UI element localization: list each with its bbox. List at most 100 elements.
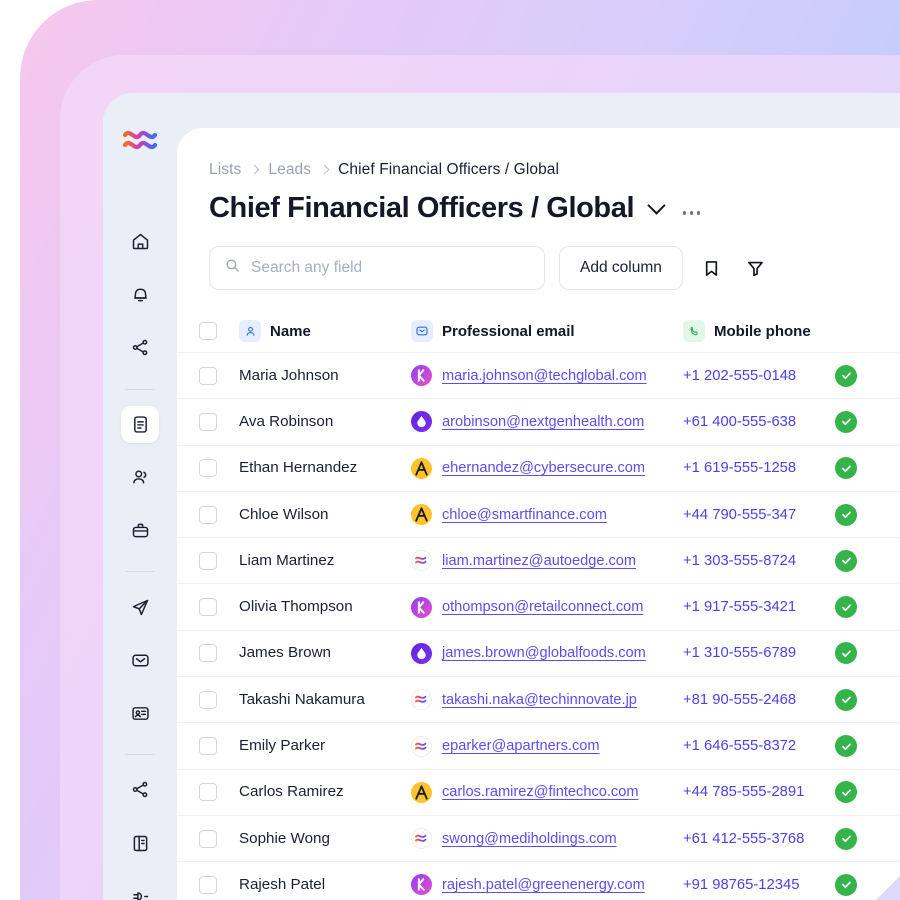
cell-email-link[interactable]: swong@mediholdings.com [442, 831, 617, 847]
sidebar-divider [125, 571, 155, 573]
table-row[interactable]: Olivia Thompson othompson@retailconnect.c… [177, 583, 900, 629]
row-checkbox[interactable] [199, 644, 217, 663]
filter-icon[interactable] [741, 253, 771, 283]
row-checkbox[interactable] [199, 690, 217, 709]
table-row[interactable]: Emily Parker eparker@apartners.com +1 646-… [177, 722, 900, 768]
cell-email-link[interactable]: maria.johnson@techglobal.com [442, 368, 647, 384]
company-avatar-icon [411, 457, 432, 479]
wave-logo-icon[interactable] [121, 124, 159, 154]
cell-phone: +1 646-555-8372 [683, 738, 797, 755]
cell-name: Rajesh Patel [239, 875, 326, 893]
company-avatar-icon [411, 874, 432, 896]
status-verified-icon [835, 549, 857, 572]
column-header-phone[interactable]: Mobile phone [683, 320, 835, 342]
column-header-email[interactable]: Professional email [411, 320, 683, 342]
screenshot-stage: Lists Leads Chief Financial Officers / G… [0, 0, 900, 900]
row-select-cell [177, 551, 239, 570]
breadcrumb-item-leads[interactable]: Leads [268, 161, 311, 179]
row-checkbox[interactable] [199, 551, 217, 570]
status-verified-icon [835, 503, 857, 526]
row-checkbox[interactable] [199, 412, 217, 431]
add-column-button[interactable]: Add column [559, 246, 683, 290]
search-field[interactable] [209, 246, 545, 290]
cell-name: James Brown [239, 644, 332, 662]
cell-phone: +44 790-555-347 [683, 506, 797, 523]
cell-phone: +1 202-555-0148 [683, 367, 797, 384]
table-row[interactable]: James Brown james.brown@globalfoods.com +1… [177, 629, 900, 676]
search-icon [224, 257, 241, 279]
cell-phone: +81 90-555-2468 [683, 691, 797, 708]
table-row[interactable]: Liam Martinez liam.martinez@autoedge.com +… [177, 537, 900, 583]
cell-email-link[interactable]: arobinson@nextgenhealth.com [442, 414, 644, 430]
company-avatar-icon [411, 642, 432, 664]
search-input[interactable] [251, 259, 530, 277]
cell-email-link[interactable]: ehernandez@cybersecure.com [442, 460, 645, 476]
send-icon[interactable] [121, 588, 159, 625]
envelope-icon[interactable] [121, 642, 159, 679]
chevron-right-icon [249, 164, 260, 175]
cell-phone: +61 412-555-3768 [683, 830, 805, 847]
row-checkbox[interactable] [199, 875, 217, 894]
cell-name: Carlos Ramirez [239, 783, 344, 801]
table-row[interactable]: Maria Johnson maria.johnson@techglobal.co… [177, 352, 900, 398]
cell-name: Ava Robinson [239, 412, 334, 430]
cell-email-link[interactable]: chloe@smartfinance.com [442, 507, 607, 523]
row-checkbox[interactable] [199, 366, 217, 385]
bookmark-icon[interactable] [697, 253, 727, 283]
company-avatar-icon [411, 735, 432, 757]
cell-phone: +1 310-555-6789 [683, 645, 797, 662]
breadcrumb-item-lists[interactable]: Lists [209, 161, 241, 179]
bell-icon[interactable] [121, 276, 159, 313]
table-row[interactable]: Takashi Nakamura takashi.naka@techinnovat… [177, 676, 900, 722]
table-row[interactable]: Carlos Ramirez carlos.ramirez@fintechco.c… [177, 768, 900, 815]
status-verified-icon [835, 596, 857, 619]
contact-card-icon[interactable] [121, 695, 159, 732]
company-avatar-icon [411, 504, 432, 526]
book-icon[interactable] [121, 824, 159, 861]
company-avatar-icon [411, 596, 432, 618]
cell-email-link[interactable]: rajesh.patel@greenenergy.com [442, 877, 645, 893]
company-avatar-icon [411, 411, 432, 433]
sidebar-item-lists[interactable] [121, 405, 159, 443]
cell-name: Liam Martinez [239, 551, 335, 569]
more-horizontal-icon[interactable] [683, 211, 700, 215]
cell-email-link[interactable]: othompson@retailconnect.com [442, 599, 643, 615]
status-verified-icon [835, 457, 857, 480]
cell-phone: +61 400-555-638 [683, 413, 797, 430]
table-row[interactable]: Ava Robinson arobinson@nextgenhealth.com +… [177, 398, 900, 444]
home-icon[interactable] [121, 223, 159, 260]
share-icon[interactable] [121, 329, 159, 366]
row-select-cell [177, 875, 239, 894]
cell-email-link[interactable]: carlos.ramirez@fintechco.com [442, 784, 638, 800]
column-header-name-label: Name [270, 322, 311, 340]
table-row[interactable]: Rajesh Patel rajesh.patel@greenenergy.com… [177, 861, 900, 900]
row-checkbox[interactable] [199, 505, 217, 524]
cell-name: Chloe Wilson [239, 505, 329, 523]
cell-email-link[interactable]: liam.martinez@autoedge.com [442, 553, 636, 569]
status-verified-icon [835, 688, 857, 711]
row-select-cell [177, 598, 239, 617]
share-icon[interactable] [121, 771, 159, 808]
row-checkbox[interactable] [199, 598, 217, 617]
table-row[interactable]: Chloe Wilson chloe@smartfinance.com +44 79… [177, 490, 900, 537]
table-row[interactable]: Ethan Hernandez ehernandez@cybersecure.co… [177, 444, 900, 491]
table-row[interactable]: Sophie Wong swong@mediholdings.com +61 412… [177, 814, 900, 861]
cell-email-link[interactable]: james.brown@globalfoods.com [442, 645, 646, 661]
row-select-cell [177, 829, 239, 848]
row-checkbox[interactable] [199, 459, 217, 478]
cell-email-link[interactable]: takashi.naka@techinnovate.jp [442, 692, 637, 708]
main-panel: Lists Leads Chief Financial Officers / G… [177, 128, 900, 900]
select-all-checkbox[interactable] [199, 322, 217, 340]
row-checkbox[interactable] [199, 737, 217, 756]
briefcase-icon[interactable] [121, 512, 159, 549]
chevron-down-icon[interactable] [647, 195, 666, 215]
toolbar: Add column [177, 225, 900, 290]
people-icon[interactable] [121, 459, 159, 496]
plug-icon[interactable] [121, 878, 159, 900]
cell-email-link[interactable]: eparker@apartners.com [442, 738, 600, 754]
row-select-cell [177, 690, 239, 709]
cell-name: Takashi Nakamura [239, 690, 365, 708]
column-header-name[interactable]: Name [239, 320, 411, 342]
row-checkbox[interactable] [199, 783, 217, 802]
row-checkbox[interactable] [199, 829, 217, 848]
